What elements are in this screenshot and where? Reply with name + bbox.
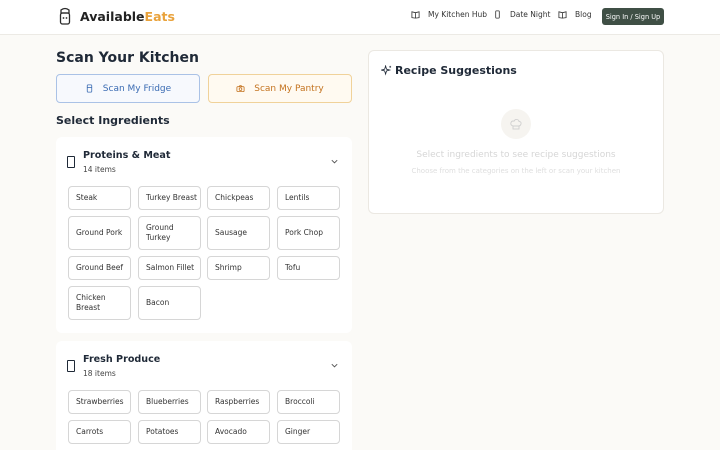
category-title[interactable]: Fresh Produce — [83, 354, 160, 365]
book-icon — [411, 11, 420, 19]
ingredient-label: Sausage — [215, 227, 247, 237]
nav-date-night[interactable]: Date Night — [493, 10, 550, 19]
empty-state-title: Select ingredients to see recipe suggest… — [416, 150, 616, 160]
recipe-suggestions-title: Recipe Suggestions — [395, 64, 517, 77]
ingredient-chip[interactable]: Broccoli — [277, 390, 340, 414]
nav-label: My Kitchen Hub — [428, 10, 488, 19]
ingredient-label: Lentils — [285, 192, 310, 202]
category-icon — [67, 360, 75, 372]
ingredient-chip[interactable]: Bacon — [138, 286, 201, 320]
category-card-produce: Fresh Produce 18 items Strawberries Blue… — [56, 341, 352, 450]
ingredient-chip[interactable]: Blueberries — [138, 390, 201, 414]
sign-in-button[interactable]: Sign In / Sign Up — [602, 8, 664, 25]
ingredient-label: Broccoli — [285, 396, 315, 406]
ingredient-chip[interactable]: Raspberries — [207, 390, 270, 414]
ingredient-chip[interactable]: Steak — [68, 186, 131, 210]
ingredient-chip[interactable]: Ground Beef — [68, 256, 131, 280]
select-ingredients-title: Select Ingredients — [56, 114, 170, 127]
ingredient-label: Potatoes — [146, 426, 179, 436]
fridge-icon — [86, 84, 92, 93]
ingredient-label: Strawberries — [76, 396, 124, 406]
ingredient-chip[interactable]: Shrimp — [207, 256, 270, 280]
ingredient-chip[interactable]: Tofu — [277, 256, 340, 280]
phone-icon — [495, 10, 500, 19]
recipe-suggestions-panel: Recipe Suggestions Select ingredients to… — [368, 50, 664, 214]
chef-icon[interactable] — [57, 7, 73, 27]
empty-state-icon-wrap — [501, 109, 531, 139]
brand-name[interactable]: AvailableEats — [80, 9, 175, 24]
chef-hat-icon — [510, 118, 522, 130]
ingredient-chip[interactable]: Ginger — [277, 420, 340, 444]
ingredient-chip[interactable]: Chickpeas — [207, 186, 270, 210]
category-title[interactable]: Proteins & Meat — [83, 150, 170, 161]
scan-fridge-button[interactable]: Scan My Fridge — [56, 74, 200, 103]
ingredient-chip[interactable]: Chicken Breast — [68, 286, 131, 320]
ingredient-chip[interactable]: Potatoes — [138, 420, 201, 444]
ingredient-label: Carrots — [76, 426, 104, 436]
ingredient-chip[interactable]: Lentils — [277, 186, 340, 210]
ingredient-label: Steak — [76, 192, 98, 202]
chevron-down-icon[interactable] — [330, 361, 339, 370]
ingredient-label: Ground Turkey — [146, 222, 174, 242]
ingredient-chip[interactable]: Turkey Breast — [138, 186, 201, 210]
ingredient-chip[interactable]: Ground Pork — [68, 216, 131, 250]
nav-label: Blog — [575, 10, 592, 19]
ingredient-label: Turkey Breast — [146, 192, 197, 202]
ingredient-label: Avocado — [215, 426, 247, 436]
ingredient-label: Raspberries — [215, 396, 260, 406]
ingredient-label: Ginger — [285, 426, 311, 436]
ingredient-label: Tofu — [285, 262, 301, 272]
top-header: AvailableEats My Kitchen Hub Date Night … — [0, 0, 720, 35]
book-open-icon — [558, 11, 567, 19]
scan-pantry-label: Scan My Pantry — [254, 83, 324, 94]
brand-text-main: Available — [80, 9, 145, 24]
category-icon — [67, 156, 75, 168]
ingredient-label: Chicken Breast — [76, 292, 106, 312]
category-count: 14 items — [83, 165, 116, 174]
nav-blog[interactable]: Blog — [558, 10, 592, 19]
camera-icon — [236, 85, 245, 93]
nav-my-kitchen-hub[interactable]: My Kitchen Hub — [411, 10, 487, 19]
ingredient-chip[interactable]: Sausage — [207, 216, 270, 250]
ingredient-label: Blueberries — [146, 396, 189, 406]
nav-label: Date Night — [510, 10, 551, 19]
ingredient-label: Ground Pork — [76, 227, 123, 237]
ingredient-label: Salmon Fillet — [146, 262, 195, 272]
ingredient-chip[interactable]: Pork Chop — [277, 216, 340, 250]
brand-text-accent: Eats — [144, 9, 175, 24]
scan-section-title: Scan Your Kitchen — [56, 50, 199, 66]
ingredient-label: Ground Beef — [76, 262, 123, 272]
sparkles-icon — [381, 65, 392, 76]
ingredient-chip[interactable]: Avocado — [207, 420, 270, 444]
category-count: 18 items — [83, 369, 116, 378]
scan-pantry-button[interactable]: Scan My Pantry — [208, 74, 352, 103]
scan-fridge-label: Scan My Fridge — [102, 83, 172, 94]
chevron-down-icon[interactable] — [330, 157, 339, 166]
ingredient-chip[interactable]: Ground Turkey — [138, 216, 201, 250]
ingredient-label: Bacon — [146, 297, 170, 307]
empty-state-subtitle: Choose from the categories on the left o… — [411, 167, 621, 175]
ingredient-chip[interactable]: Salmon Fillet — [138, 256, 201, 280]
ingredient-label: Shrimp — [215, 262, 242, 272]
ingredient-label: Pork Chop — [285, 227, 323, 237]
ingredient-chip[interactable]: Carrots — [68, 420, 131, 444]
ingredient-chip[interactable]: Strawberries — [68, 390, 131, 414]
ingredient-label: Chickpeas — [215, 192, 254, 202]
category-card-proteins: Proteins & Meat 14 items Steak Turkey Br… — [56, 137, 352, 333]
